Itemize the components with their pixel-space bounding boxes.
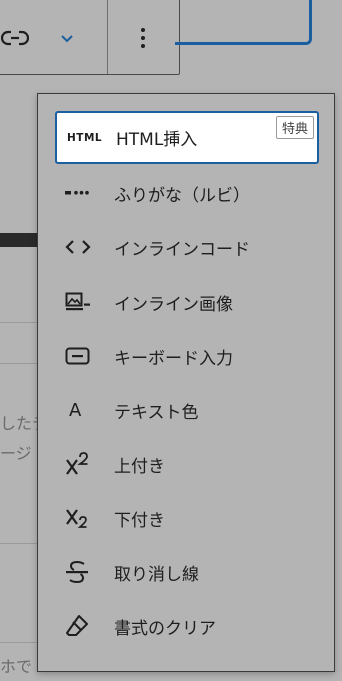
selected-block-outline <box>175 0 312 45</box>
bonus-badge: 特典 <box>275 116 314 139</box>
keyboard-icon <box>55 331 99 381</box>
strikethrough-icon <box>55 547 99 597</box>
menu-item-text-color[interactable]: A テキスト色 <box>55 385 319 435</box>
menu-item-ruby[interactable]: ふりがな（ルビ） <box>55 168 319 218</box>
html-icon: HTML <box>67 131 103 144</box>
menu-item-clear-formatting[interactable]: 書式のクリア <box>55 601 319 651</box>
menu-item-label: ふりがな（ルビ） <box>114 185 250 206</box>
menu-item-inline-code[interactable]: インラインコード <box>55 222 319 272</box>
more-vertical-icon[interactable] <box>133 25 153 51</box>
background-text: ホで <box>0 657 33 676</box>
text-color-icon: A <box>69 399 82 421</box>
format-dropdown-menu: HTML HTML挿入 特典 ふりがな（ルビ） インラインコード インライン画像… <box>37 93 335 672</box>
menu-item-html-insert[interactable]: HTML HTML挿入 特典 <box>55 111 319 164</box>
toolbar-divider <box>107 0 108 74</box>
background-divider <box>0 363 40 364</box>
background-divider <box>0 322 40 323</box>
menu-item-label: 上付き <box>114 456 165 477</box>
ruby-dots-icon <box>55 168 99 218</box>
background-text: したテ <box>0 414 40 433</box>
menu-item-inline-image[interactable]: インライン画像 <box>55 277 319 327</box>
menu-item-strikethrough[interactable]: 取り消し線 <box>55 547 319 597</box>
background-divider <box>0 543 40 544</box>
menu-item-label: テキスト色 <box>114 402 199 423</box>
menu-item-label: 書式のクリア <box>114 618 216 639</box>
link-icon[interactable] <box>0 27 30 49</box>
menu-item-label: 取り消し線 <box>114 564 199 585</box>
menu-item-label: キーボード入力 <box>114 348 233 369</box>
background-text: ージ <box>0 444 32 463</box>
background-divider <box>0 642 40 643</box>
background-dark-band <box>0 233 40 247</box>
menu-item-label: HTML挿入 <box>116 130 198 150</box>
menu-item-keyboard-input[interactable]: キーボード入力 <box>55 331 319 381</box>
menu-item-label: インラインコード <box>114 239 250 260</box>
superscript-icon <box>55 439 99 489</box>
eraser-icon <box>55 601 99 651</box>
chevron-down-icon[interactable] <box>57 29 77 47</box>
code-icon <box>55 222 99 272</box>
menu-item-superscript[interactable]: 上付き <box>55 439 319 489</box>
menu-item-label: 下付き <box>114 510 165 531</box>
inline-image-icon <box>55 277 99 327</box>
block-toolbar <box>0 0 180 75</box>
subscript-icon <box>55 493 99 543</box>
menu-item-label: インライン画像 <box>114 294 233 315</box>
menu-item-subscript[interactable]: 下付き <box>55 493 319 543</box>
